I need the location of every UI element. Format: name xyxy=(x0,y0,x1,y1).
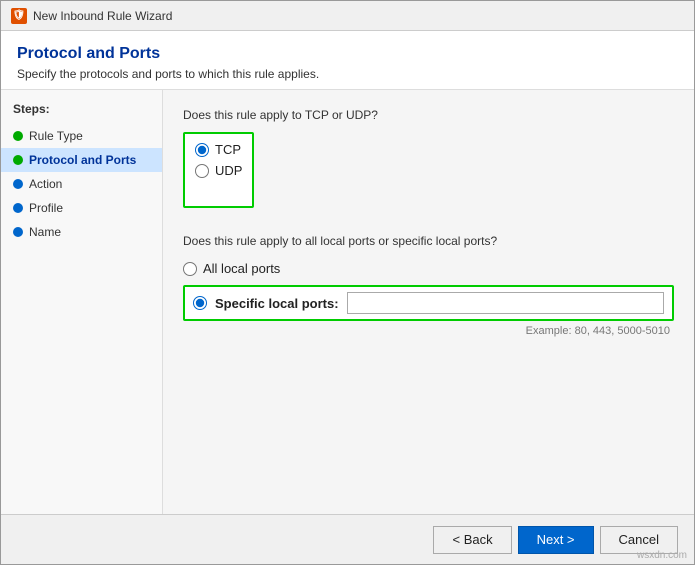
sidebar-label-name: Name xyxy=(29,225,61,239)
all-ports-radio[interactable] xyxy=(183,262,197,276)
sidebar-item-rule-type[interactable]: Rule Type xyxy=(1,124,162,148)
dot-icon-protocol-ports xyxy=(13,155,23,165)
specific-ports-row[interactable]: Specific local ports: xyxy=(183,285,674,321)
footer: < Back Next > Cancel xyxy=(1,514,694,564)
next-button[interactable]: Next > xyxy=(518,526,594,554)
page-title: Protocol and Ports xyxy=(17,45,678,63)
tcp-udp-question: Does this rule apply to TCP or UDP? xyxy=(183,108,674,122)
sidebar-item-profile[interactable]: Profile xyxy=(1,196,162,220)
watermark: wsxdn.com xyxy=(637,550,687,561)
sidebar-item-name[interactable]: Name xyxy=(1,220,162,244)
all-ports-option[interactable]: All local ports xyxy=(183,261,280,276)
app-icon: 🛡 xyxy=(11,8,27,24)
ports-question: Does this rule apply to all local ports … xyxy=(183,234,674,248)
sidebar-label-action: Action xyxy=(29,177,62,191)
specific-ports-input[interactable] xyxy=(347,292,664,314)
titlebar: 🛡 New Inbound Rule Wizard xyxy=(1,1,694,31)
ports-radio-group: All local ports Specific local ports: xyxy=(183,258,674,321)
dot-icon-profile xyxy=(13,203,23,213)
ports-section: Does this rule apply to all local ports … xyxy=(183,234,674,337)
udp-radio[interactable] xyxy=(195,164,209,178)
sidebar-label-profile: Profile xyxy=(29,201,63,215)
dot-icon-action xyxy=(13,179,23,189)
window-title: New Inbound Rule Wizard xyxy=(33,9,172,23)
sidebar-label-rule-type: Rule Type xyxy=(29,129,83,143)
page-subtitle: Specify the protocols and ports to which… xyxy=(17,67,678,81)
sidebar-item-action[interactable]: Action xyxy=(1,172,162,196)
tcp-label: TCP xyxy=(215,142,241,157)
content-area: Steps: Rule Type Protocol and Ports Acti… xyxy=(1,90,694,514)
sidebar-item-protocol-ports[interactable]: Protocol and Ports xyxy=(1,148,162,172)
page-header: Protocol and Ports Specify the protocols… xyxy=(1,31,694,90)
back-button[interactable]: < Back xyxy=(433,526,511,554)
specific-ports-radio[interactable] xyxy=(193,296,207,310)
tcp-option[interactable]: TCP xyxy=(195,142,242,157)
steps-label: Steps: xyxy=(1,102,162,124)
dot-icon-rule-type xyxy=(13,131,23,141)
udp-label: UDP xyxy=(215,163,242,178)
tcp-udp-radio-group: TCP UDP xyxy=(195,142,242,178)
dot-icon-name xyxy=(13,227,23,237)
sidebar: Steps: Rule Type Protocol and Ports Acti… xyxy=(1,90,163,514)
all-ports-label: All local ports xyxy=(203,261,280,276)
main-panel: Does this rule apply to TCP or UDP? TCP … xyxy=(163,90,694,514)
sidebar-label-protocol-ports: Protocol and Ports xyxy=(29,153,136,167)
all-ports-row: All local ports xyxy=(183,258,674,279)
udp-option[interactable]: UDP xyxy=(195,163,242,178)
tcp-radio[interactable] xyxy=(195,143,209,157)
ports-example: Example: 80, 443, 5000-5010 xyxy=(183,325,674,337)
wizard-window: 🛡 New Inbound Rule Wizard Protocol and P… xyxy=(0,0,695,565)
tcp-udp-box: TCP UDP xyxy=(183,132,254,208)
specific-ports-label: Specific local ports: xyxy=(215,296,339,311)
